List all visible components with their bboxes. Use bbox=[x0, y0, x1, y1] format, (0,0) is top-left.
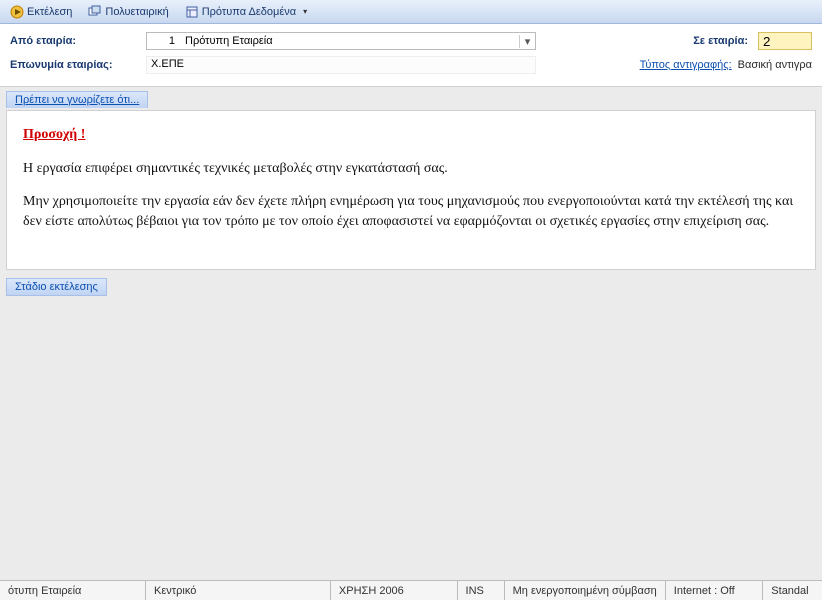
status-bar: ότυπη Εταιρεία Κεντρικό ΧΡΗΣΗ 2006 INS Μ… bbox=[0, 580, 822, 600]
windows-icon bbox=[88, 5, 102, 19]
from-company-label: Από εταιρία: bbox=[10, 35, 140, 47]
warning-panel: Προσοχή ! Η εργασία επιφέρει σημαντικές … bbox=[6, 110, 816, 270]
template-icon bbox=[185, 5, 199, 19]
copy-type-label[interactable]: Τύπος αντιγραφής: bbox=[640, 59, 732, 71]
toolbar-multicompany[interactable]: Πολυεταιρική bbox=[82, 3, 174, 21]
copy-type-value: Βασική αντιγρα bbox=[738, 59, 812, 71]
chevron-down-icon: ▾ bbox=[299, 7, 307, 16]
toolbar-label: Πρότυπα Δεδομένα bbox=[202, 6, 296, 18]
status-use-year: ΧΡΗΣΗ 2006 bbox=[331, 581, 458, 600]
toolbar: Εκτέλεση Πολυεταιρική Πρότυπα Δεδομένα ▾ bbox=[0, 0, 822, 24]
status-subscription: Μη ενεργοποιημένη σύμβαση bbox=[505, 581, 666, 600]
status-company: ότυπη Εταιρεία bbox=[0, 581, 146, 600]
warning-paragraph-2: Μην χρησιμοποιείτε την εργασία εάν δεν έ… bbox=[23, 192, 799, 233]
status-internet: Internet : Off bbox=[666, 581, 764, 600]
company-name-label: Επωνυμία εταιρίας: bbox=[10, 59, 140, 71]
toolbar-template-data[interactable]: Πρότυπα Δεδομένα ▾ bbox=[179, 3, 313, 21]
status-mode: Standal bbox=[763, 581, 822, 600]
form-area: Από εταιρία: 1 Πρότυπη Εταιρεία ▾ Σε ετα… bbox=[0, 24, 822, 87]
warning-title: Προσοχή ! bbox=[23, 125, 799, 145]
chevron-down-icon: ▾ bbox=[519, 35, 535, 48]
execution-stage-header[interactable]: Στάδιο εκτέλεσης bbox=[6, 278, 107, 296]
from-company-combo[interactable]: 1 Πρότυπη Εταιρεία ▾ bbox=[146, 32, 536, 50]
company-name-text: Χ.ΕΠΕ bbox=[151, 58, 184, 70]
toolbar-label: Εκτέλεση bbox=[27, 6, 72, 18]
status-branch: Κεντρικό bbox=[146, 581, 331, 600]
toolbar-execute[interactable]: Εκτέλεση bbox=[4, 3, 78, 21]
toolbar-label: Πολυεταιρική bbox=[105, 6, 168, 18]
company-name-value: Χ.ΕΠΕ bbox=[146, 56, 536, 74]
warning-paragraph-1: Η εργασία επιφέρει σημαντικές τεχνικές μ… bbox=[23, 159, 799, 179]
play-icon bbox=[10, 5, 24, 19]
info-section-header[interactable]: Πρέπει να γνωρίζετε ότι... bbox=[6, 91, 148, 108]
to-company-label: Σε εταιρία: bbox=[693, 35, 752, 47]
to-company-input[interactable] bbox=[758, 32, 812, 50]
status-ins: INS bbox=[458, 581, 505, 600]
from-company-number: 1 bbox=[147, 35, 181, 47]
from-company-name: Πρότυπη Εταιρεία bbox=[181, 35, 519, 47]
